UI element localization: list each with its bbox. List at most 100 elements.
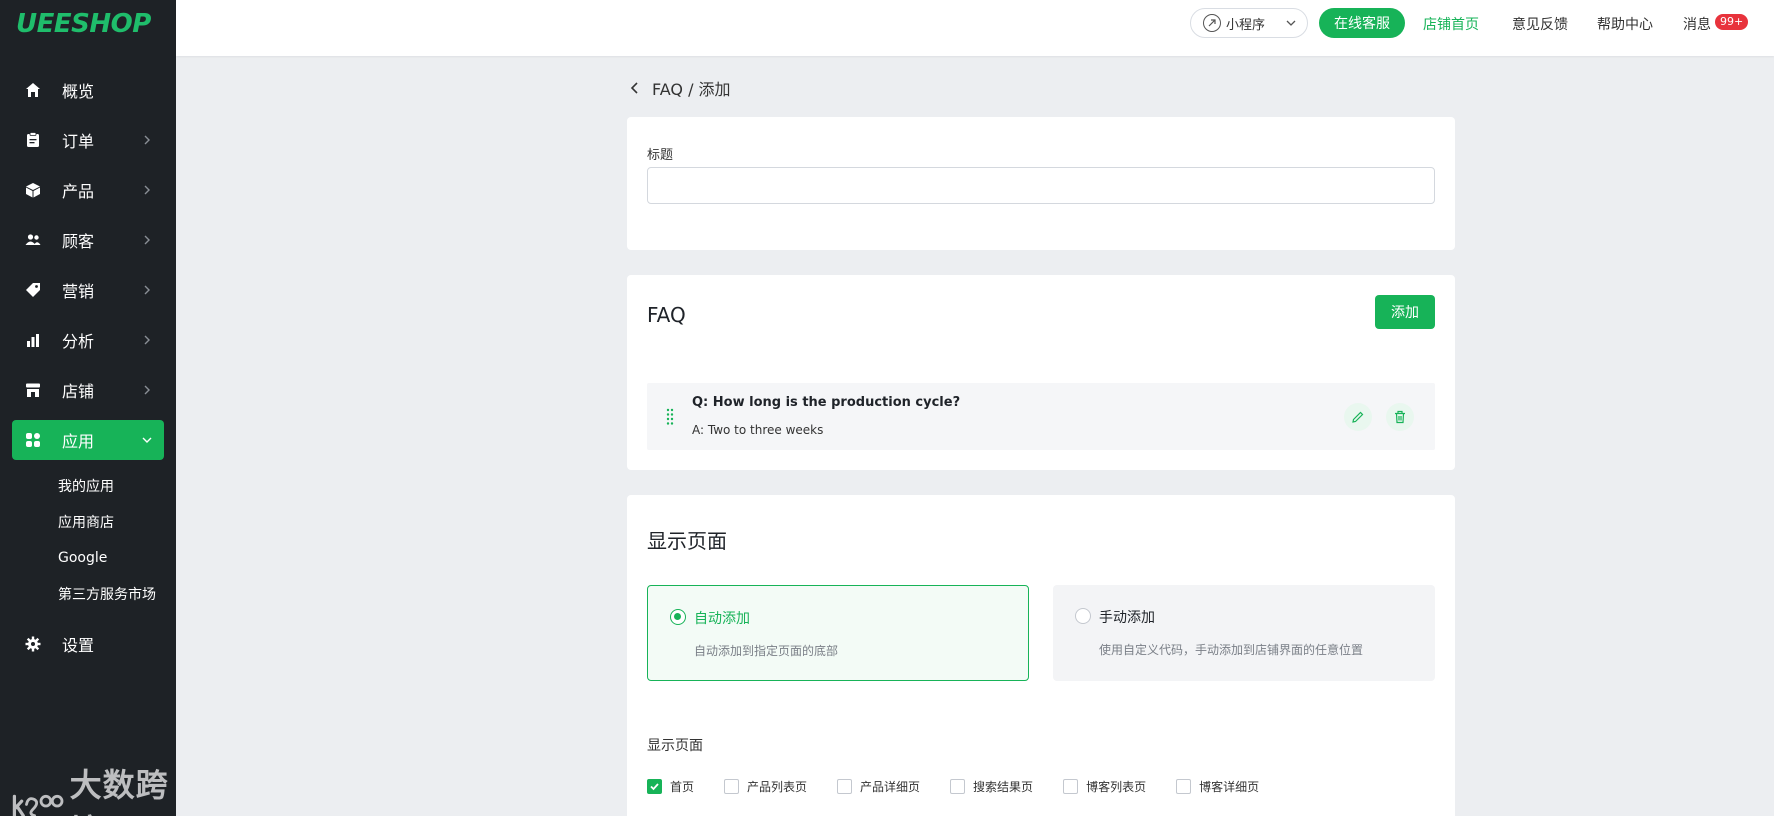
auto-add-radio[interactable] xyxy=(670,609,686,625)
apps-icon xyxy=(24,431,42,449)
sidebar-item-label: 店铺 xyxy=(62,382,95,401)
chevron-down-icon xyxy=(1286,20,1296,26)
checkbox-label: 产品列表页 xyxy=(747,780,808,794)
faq-question: Q: How long is the production cycle? xyxy=(692,395,961,410)
page-checkbox-product-detail[interactable]: 产品详细页 xyxy=(837,778,920,795)
drag-handle-icon[interactable] xyxy=(665,407,675,427)
display-heading: 显示页面 xyxy=(647,529,727,553)
feedback-link[interactable]: 意见反馈 xyxy=(1512,14,1568,34)
sidebar-item-label: 产品 xyxy=(62,182,95,201)
home-icon xyxy=(24,81,42,99)
page-checkbox-home[interactable]: 首页 xyxy=(647,778,694,795)
checkbox-label: 产品详细页 xyxy=(860,780,921,794)
chevron-down-icon xyxy=(142,437,152,443)
manual-add-title: 手动添加 xyxy=(1099,610,1155,626)
sidebar-item-label: 应用 xyxy=(62,432,95,451)
watermark-logo xyxy=(12,794,64,816)
page-checkbox-product-list[interactable]: 产品列表页 xyxy=(724,778,807,795)
sidebar-subitem-app-store[interactable]: 应用商店 xyxy=(0,504,176,540)
sidebar-item-settings[interactable]: 设置 xyxy=(12,624,164,664)
sidebar-subitem-my-apps[interactable]: 我的应用 xyxy=(0,468,176,504)
checkbox[interactable] xyxy=(647,779,662,794)
edit-faq-button[interactable] xyxy=(1344,403,1372,431)
breadcrumb: FAQ / 添加 xyxy=(628,76,731,100)
manual-add-option[interactable]: 手动添加 使用自定义代码，手动添加到店铺界面的任意位置 xyxy=(1053,585,1435,681)
link-icon xyxy=(1203,14,1221,32)
page-checkbox-group: 首页 产品列表页 产品详细页 搜索结果页 博客列表页 博客详细页 xyxy=(647,778,1289,795)
sidebar-item-label: 概览 xyxy=(62,82,95,101)
delete-faq-button[interactable] xyxy=(1386,403,1414,431)
sidebar-nav: 概览 订单 产品 顾客 营销 分析 店铺 应用 我的应用 应用商店 Google… xyxy=(0,70,176,674)
auto-add-title: 自动添加 xyxy=(694,611,750,627)
watermark-text: 大数跨境 xyxy=(69,766,169,816)
chevron-right-icon xyxy=(144,385,150,395)
chevron-right-icon xyxy=(144,135,150,145)
tag-icon xyxy=(24,281,42,299)
title-field-label: 标题 xyxy=(647,148,674,163)
page-checkbox-blog-list[interactable]: 博客列表页 xyxy=(1063,778,1146,795)
back-arrow-icon[interactable] xyxy=(628,81,642,95)
sidebar-item-label: 顾客 xyxy=(62,232,95,251)
sidebar-item-products[interactable]: 产品 xyxy=(12,170,164,210)
store-icon xyxy=(24,381,42,399)
title-card: 标题 xyxy=(627,117,1455,250)
mini-program-dropdown[interactable]: 小程序 xyxy=(1190,8,1308,38)
users-icon xyxy=(24,231,42,249)
checkbox-label: 博客列表页 xyxy=(1086,780,1147,794)
checkbox[interactable] xyxy=(1176,779,1192,794)
checkbox-label: 首页 xyxy=(670,780,695,794)
box-icon xyxy=(24,181,42,199)
mini-program-label: 小程序 xyxy=(1226,17,1266,33)
sidebar-item-analytics[interactable]: 分析 xyxy=(12,320,164,360)
pencil-icon xyxy=(1352,411,1364,423)
clipboard-icon xyxy=(24,131,42,149)
faq-card: FAQ 添加 Q: How long is the production cyc… xyxy=(627,275,1455,470)
apps-subnav: 我的应用 应用商店 Google 第三方服务市场 xyxy=(0,468,176,612)
checkbox[interactable] xyxy=(837,779,853,794)
chevron-right-icon xyxy=(144,235,150,245)
page-title: FAQ / 添加 xyxy=(652,80,731,99)
checkbox[interactable] xyxy=(1063,779,1079,794)
manual-add-desc: 使用自定义代码，手动添加到店铺界面的任意位置 xyxy=(1099,643,1364,657)
sidebar-item-apps[interactable]: 应用 xyxy=(12,420,164,460)
checkbox-label: 博客详细页 xyxy=(1199,780,1260,794)
display-card: 显示页面 自动添加 自动添加到指定页面的底部 手动添加 使用自定义代码，手动添加… xyxy=(627,495,1455,816)
logo[interactable]: UEESHOP xyxy=(0,0,176,48)
auto-add-option[interactable]: 自动添加 自动添加到指定页面的底部 xyxy=(647,585,1029,681)
faq-list-item: Q: How long is the production cycle? A: … xyxy=(647,383,1435,450)
message-count-badge: 99+ xyxy=(1715,14,1749,30)
store-home-link[interactable]: 店铺首页 xyxy=(1423,14,1479,34)
sidebar-subitem-google[interactable]: Google xyxy=(0,540,176,576)
watermark: 大数跨境 xyxy=(12,760,176,816)
sidebar-item-store[interactable]: 店铺 xyxy=(12,370,164,410)
sidebar: UEESHOP 概览 订单 产品 顾客 营销 分析 店铺 应用 我的应用 应用商… xyxy=(0,0,176,816)
sidebar-item-overview[interactable]: 概览 xyxy=(12,70,164,110)
logo-text: UEESHOP xyxy=(16,9,151,39)
sidebar-item-label: 设置 xyxy=(62,636,95,655)
bar-chart-icon xyxy=(24,331,42,349)
sidebar-item-label: 分析 xyxy=(62,332,95,351)
help-center-link[interactable]: 帮助中心 xyxy=(1597,14,1653,34)
sidebar-subitem-third-party[interactable]: 第三方服务市场 xyxy=(0,576,176,612)
add-faq-button[interactable]: 添加 xyxy=(1375,295,1435,329)
manual-add-radio[interactable] xyxy=(1075,608,1091,624)
checkbox[interactable] xyxy=(724,779,740,794)
sidebar-item-marketing[interactable]: 营销 xyxy=(12,270,164,310)
title-input[interactable] xyxy=(647,167,1435,204)
faq-heading: FAQ xyxy=(647,303,686,327)
checkbox-label: 搜索结果页 xyxy=(973,780,1034,794)
gear-icon xyxy=(24,635,42,653)
chevron-right-icon xyxy=(144,335,150,345)
chevron-right-icon xyxy=(144,185,150,195)
faq-answer: A: Two to three weeks xyxy=(692,423,824,437)
page-checkbox-blog-detail[interactable]: 博客详细页 xyxy=(1176,778,1259,795)
messages-link[interactable]: 消息 xyxy=(1683,14,1711,34)
checkbox[interactable] xyxy=(950,779,966,794)
page-checkbox-search-results[interactable]: 搜索结果页 xyxy=(950,778,1033,795)
trash-icon xyxy=(1395,410,1405,424)
sidebar-item-label: 营销 xyxy=(62,282,95,301)
online-service-button[interactable]: 在线客服 xyxy=(1319,8,1405,38)
sidebar-item-customers[interactable]: 顾客 xyxy=(12,220,164,260)
auto-add-desc: 自动添加到指定页面的底部 xyxy=(694,644,839,658)
sidebar-item-orders[interactable]: 订单 xyxy=(12,120,164,160)
